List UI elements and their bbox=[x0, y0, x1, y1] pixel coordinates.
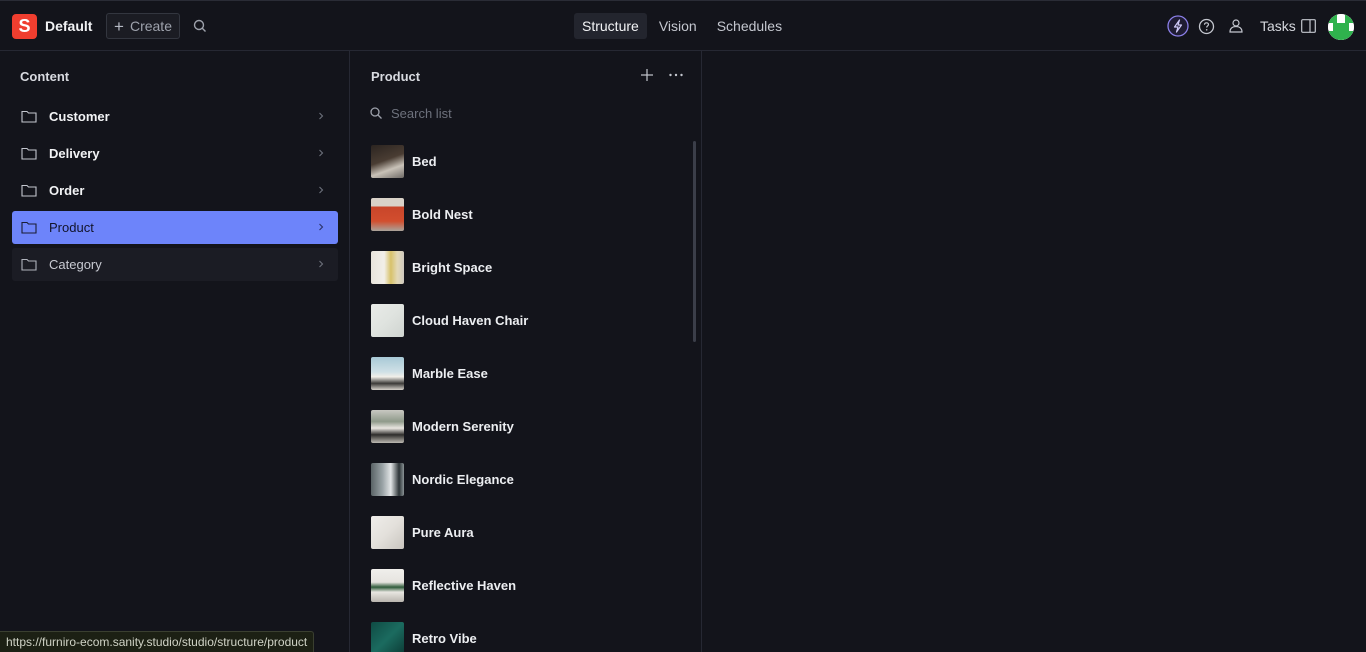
lightning-icon[interactable] bbox=[1167, 15, 1189, 37]
document-pane-empty bbox=[702, 51, 1366, 652]
chevron-right-icon bbox=[319, 149, 324, 157]
list-item[interactable]: Cloud Haven Chair bbox=[371, 304, 671, 337]
list-item[interactable]: Marble Ease bbox=[371, 357, 671, 390]
content-item-category[interactable]: Category bbox=[12, 248, 338, 281]
people-icon[interactable] bbox=[1227, 17, 1245, 35]
product-thumbnail bbox=[371, 251, 404, 284]
workspace-name[interactable]: Default bbox=[45, 18, 92, 34]
tab-vision[interactable]: Vision bbox=[651, 13, 705, 39]
list-scrollbar[interactable] bbox=[693, 141, 696, 342]
product-thumbnail bbox=[371, 516, 404, 549]
more-options-icon[interactable] bbox=[668, 73, 684, 77]
folder-icon bbox=[21, 258, 37, 271]
product-thumbnail bbox=[371, 463, 404, 496]
product-name: Nordic Elegance bbox=[412, 472, 514, 487]
folder-icon bbox=[21, 110, 37, 123]
list-item[interactable]: Bright Space bbox=[371, 251, 671, 284]
list-item[interactable]: Modern Serenity bbox=[371, 410, 671, 443]
top-navbar: S Default + Create Structure Vision Sche… bbox=[0, 0, 1366, 51]
list-item[interactable]: Retro Vibe bbox=[371, 622, 671, 652]
sanity-logo[interactable]: S bbox=[12, 14, 37, 39]
content-item-product[interactable]: Product bbox=[12, 211, 338, 244]
list-item[interactable]: Bed bbox=[371, 145, 671, 178]
list-item[interactable]: Nordic Elegance bbox=[371, 463, 671, 496]
create-button[interactable]: + Create bbox=[106, 13, 180, 39]
product-name: Bed bbox=[412, 154, 437, 169]
tab-schedules[interactable]: Schedules bbox=[709, 13, 790, 39]
tasks-button[interactable]: Tasks bbox=[1260, 18, 1296, 34]
product-thumbnail bbox=[371, 357, 404, 390]
product-thumbnail bbox=[371, 304, 404, 337]
list-item[interactable]: Reflective Haven bbox=[371, 569, 671, 602]
content-item-label: Category bbox=[49, 257, 102, 272]
product-pane: Product Bed Bold Nest Bright Space Cloud… bbox=[351, 51, 702, 652]
chevron-right-icon bbox=[319, 112, 324, 120]
content-item-label: Customer bbox=[49, 109, 110, 124]
content-pane-title: Content bbox=[20, 69, 70, 84]
content-item-customer[interactable]: Customer bbox=[12, 100, 338, 133]
search-icon bbox=[370, 107, 382, 119]
search-icon[interactable] bbox=[192, 18, 208, 34]
content-item-order[interactable]: Order bbox=[12, 174, 338, 207]
create-label: Create bbox=[129, 18, 172, 34]
product-thumbnail bbox=[371, 622, 404, 652]
panel-icon[interactable] bbox=[1301, 19, 1316, 33]
logo-letter: S bbox=[18, 16, 31, 36]
chevron-right-icon bbox=[319, 223, 324, 231]
folder-icon bbox=[21, 184, 37, 197]
content-item-delivery[interactable]: Delivery bbox=[12, 137, 338, 170]
product-thumbnail bbox=[371, 145, 404, 178]
product-name: Bold Nest bbox=[412, 207, 473, 222]
product-name: Marble Ease bbox=[412, 366, 488, 381]
chevron-right-icon bbox=[319, 260, 324, 268]
user-avatar[interactable] bbox=[1328, 14, 1354, 40]
product-name: Modern Serenity bbox=[412, 419, 514, 434]
product-name: Reflective Haven bbox=[412, 578, 517, 593]
product-name: Retro Vibe bbox=[412, 631, 477, 646]
content-item-label: Order bbox=[49, 183, 85, 198]
search-list-input[interactable] bbox=[391, 103, 671, 123]
list-item[interactable]: Bold Nest bbox=[371, 198, 671, 231]
tool-tabs: Structure Vision Schedules bbox=[574, 13, 790, 39]
list-item[interactable]: Pure Aura bbox=[371, 516, 671, 549]
folder-icon bbox=[21, 147, 37, 160]
plus-icon: + bbox=[114, 16, 124, 36]
status-url: https://furniro-ecom.sanity.studio/studi… bbox=[0, 631, 315, 652]
product-thumbnail bbox=[371, 569, 404, 602]
chevron-right-icon bbox=[319, 186, 324, 194]
content-pane: Content Customer Delivery Order Product … bbox=[0, 51, 350, 652]
add-document-icon[interactable] bbox=[640, 68, 654, 82]
product-thumbnail bbox=[371, 410, 404, 443]
avatar-pattern-icon bbox=[1328, 14, 1354, 40]
product-name: Pure Aura bbox=[412, 525, 474, 540]
product-name: Cloud Haven Chair bbox=[412, 313, 529, 328]
product-pane-title: Product bbox=[371, 69, 421, 84]
product-thumbnail bbox=[371, 198, 404, 231]
content-item-label: Delivery bbox=[49, 146, 100, 161]
tab-structure[interactable]: Structure bbox=[574, 13, 647, 39]
folder-icon bbox=[21, 221, 37, 234]
product-name: Bright Space bbox=[412, 260, 493, 275]
help-icon[interactable] bbox=[1198, 18, 1215, 35]
content-item-label: Product bbox=[49, 220, 94, 235]
